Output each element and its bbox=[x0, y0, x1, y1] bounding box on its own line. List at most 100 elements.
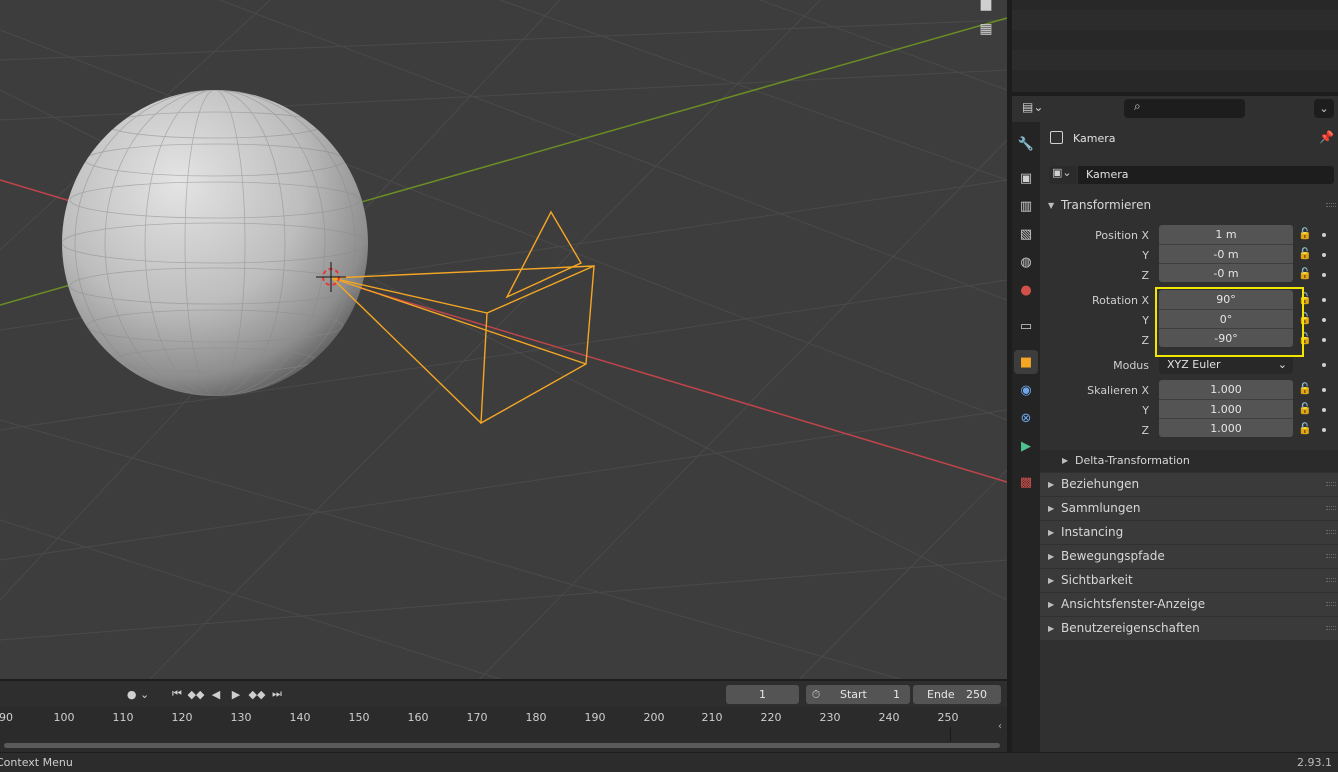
drag-handle-icon[interactable] bbox=[1326, 626, 1336, 630]
panel-collapsed-icon[interactable]: ▶ bbox=[1048, 624, 1054, 633]
chevron-down-icon: ⌄ bbox=[1277, 358, 1287, 371]
jump-start-icon[interactable]: ⏮ bbox=[170, 686, 184, 702]
camera-view-icon[interactable]: ■ bbox=[974, 0, 998, 16]
object-selector-dropdown[interactable]: ▣⌄ bbox=[1049, 166, 1077, 184]
drag-handle-icon[interactable] bbox=[1326, 554, 1336, 558]
outliner-row[interactable] bbox=[1012, 10, 1338, 30]
transform-panel-header[interactable]: Transformieren bbox=[1061, 198, 1151, 212]
keyframe-dot-icon[interactable] bbox=[1322, 408, 1326, 412]
panel-collapsed-icon[interactable]: ▶ bbox=[1048, 600, 1054, 609]
grid-toggle-icon[interactable]: ▦ bbox=[974, 18, 998, 40]
object-name-label: Kamera bbox=[1073, 132, 1116, 145]
drag-handle-icon[interactable] bbox=[1326, 578, 1336, 582]
lock-icon[interactable]: 🔓 bbox=[1298, 382, 1312, 396]
position-z-field[interactable]: -0 m bbox=[1159, 263, 1293, 282]
frame-ruler[interactable] bbox=[0, 707, 1007, 727]
tool-tab-icon[interactable]: 🔧 bbox=[1014, 132, 1038, 156]
rotation-z-label: Z bbox=[1141, 334, 1149, 347]
lock-icon[interactable]: 🔓 bbox=[1298, 402, 1312, 416]
keyframe-dot-icon[interactable] bbox=[1322, 428, 1326, 432]
panel-header[interactable]: Benutzereigenschaften bbox=[1061, 621, 1200, 635]
ruler-tick: 130 bbox=[230, 711, 252, 724]
object-tab-icon[interactable]: ■ bbox=[1014, 350, 1038, 374]
texture-tab-icon[interactable]: ▩ bbox=[1014, 470, 1038, 494]
position-y-field[interactable]: -0 m bbox=[1159, 244, 1293, 263]
output-tab-icon[interactable]: ▥ bbox=[1014, 194, 1038, 218]
outliner-row[interactable] bbox=[1012, 50, 1338, 70]
3d-viewport[interactable]: ■ ▦ bbox=[0, 0, 1007, 679]
lock-icon[interactable]: 🔓 bbox=[1298, 422, 1312, 436]
keyframe-dot-icon[interactable] bbox=[1322, 233, 1326, 237]
play-reverse-icon[interactable]: ◀ bbox=[209, 686, 223, 702]
world-tab-icon[interactable]: ● bbox=[1014, 278, 1038, 302]
constraints-tab-icon[interactable]: ⊗ bbox=[1014, 406, 1038, 430]
delta-transform-header[interactable]: Delta-Transformation bbox=[1075, 454, 1190, 467]
panel-header[interactable]: Sammlungen bbox=[1061, 501, 1141, 515]
ruler-tick: 240 bbox=[878, 711, 900, 724]
drag-handle-icon[interactable] bbox=[1326, 530, 1336, 534]
drag-handle-icon[interactable] bbox=[1326, 602, 1336, 606]
record-icon[interactable]: ● ⌄ bbox=[124, 686, 152, 702]
panel-header[interactable]: Sichtbarkeit bbox=[1061, 573, 1133, 587]
panel-header[interactable]: Beziehungen bbox=[1061, 477, 1139, 491]
collapse-chevron-icon[interactable]: ‹ bbox=[998, 721, 1002, 732]
scale-y-field[interactable]: 1.000 bbox=[1159, 399, 1293, 418]
keyframe-dot-icon[interactable] bbox=[1322, 363, 1326, 367]
panel-collapsed-icon[interactable]: ▶ bbox=[1048, 552, 1054, 561]
drag-handle-icon[interactable] bbox=[1326, 506, 1336, 510]
drag-handle-icon[interactable] bbox=[1326, 203, 1336, 207]
timeline-editor[interactable]: ● ⌄ ⏮ ◆◆ ◀ ▶ ◆◆ ⏭ 1 ⏱ Start 1 Ende 250 9… bbox=[0, 681, 1007, 752]
ruler-tick: 200 bbox=[643, 711, 665, 724]
scale-x-field[interactable]: 1.000 bbox=[1159, 380, 1293, 399]
keyframe-dot-icon[interactable] bbox=[1322, 388, 1326, 392]
camera-data-tab-icon[interactable]: ▶ bbox=[1014, 434, 1038, 458]
panel-header[interactable]: Ansichtsfenster-Anzeige bbox=[1061, 597, 1205, 611]
keyframe-dot-icon[interactable] bbox=[1322, 298, 1326, 302]
panel-collapsed-icon[interactable]: ▶ bbox=[1048, 504, 1054, 513]
panel-collapsed-icon[interactable]: ▶ bbox=[1062, 456, 1068, 465]
lock-icon[interactable]: 🔓 bbox=[1298, 267, 1312, 281]
start-frame-field[interactable]: Start 1 bbox=[826, 685, 910, 704]
position-x-field[interactable]: 1 m bbox=[1159, 225, 1293, 244]
panel-collapsed-icon[interactable]: ▶ bbox=[1048, 576, 1054, 585]
panel-header[interactable]: Instancing bbox=[1061, 525, 1123, 539]
play-icon[interactable]: ▶ bbox=[229, 686, 243, 702]
panel-expand-icon[interactable]: ▼ bbox=[1048, 201, 1054, 210]
editor-type-dropdown[interactable]: ▤⌄ bbox=[1022, 100, 1052, 118]
properties-search-input[interactable]: ⌕ bbox=[1124, 99, 1245, 118]
keyframe-dot-icon[interactable] bbox=[1322, 253, 1326, 257]
stopwatch-icon[interactable]: ⏱ bbox=[806, 685, 826, 704]
lock-icon[interactable]: 🔓 bbox=[1298, 227, 1312, 241]
panel-collapsed-icon[interactable]: ▶ bbox=[1048, 480, 1054, 489]
view-layer-tab-icon[interactable]: ▧ bbox=[1014, 222, 1038, 246]
render-tab-icon[interactable]: ▣ bbox=[1014, 166, 1038, 190]
rotation-mode-dropdown[interactable]: XYZ Euler ⌄ bbox=[1159, 355, 1293, 374]
scene-tab-icon[interactable]: ◍ bbox=[1014, 250, 1038, 274]
prev-keyframe-icon[interactable]: ◆◆ bbox=[187, 686, 205, 702]
scale-z-label: Z bbox=[1141, 424, 1149, 437]
next-keyframe-icon[interactable]: ◆◆ bbox=[248, 686, 266, 702]
collection-tab-icon[interactable]: ▭ bbox=[1014, 314, 1038, 338]
keyframe-dot-icon[interactable] bbox=[1322, 318, 1326, 322]
jump-end-icon[interactable]: ⏭ bbox=[270, 686, 284, 702]
drag-handle-icon[interactable] bbox=[1326, 482, 1336, 486]
panel-collapsed-icon[interactable]: ▶ bbox=[1048, 528, 1054, 537]
options-dropdown[interactable]: ⌄ bbox=[1314, 99, 1334, 118]
scale-z-field[interactable]: 1.000 bbox=[1159, 418, 1293, 437]
object-name-field[interactable]: Kamera bbox=[1078, 166, 1334, 184]
panel-header[interactable]: Bewegungspfade bbox=[1061, 549, 1165, 563]
timeline-scrollbar[interactable] bbox=[4, 743, 1000, 748]
physics-tab-icon[interactable]: ◉ bbox=[1014, 378, 1038, 402]
ruler-tick: 100 bbox=[53, 711, 75, 724]
keyframe-dot-icon[interactable] bbox=[1322, 338, 1326, 342]
position-x-label: Position X bbox=[1095, 229, 1149, 242]
pin-icon[interactable]: 📌 bbox=[1319, 130, 1334, 144]
ruler-tick: 140 bbox=[289, 711, 311, 724]
outliner[interactable] bbox=[1012, 0, 1338, 92]
lock-icon[interactable]: 🔓 bbox=[1298, 247, 1312, 261]
keyframe-dot-icon[interactable] bbox=[1322, 273, 1326, 277]
end-frame-field[interactable]: Ende 250 bbox=[913, 685, 1001, 704]
viewport-scene[interactable] bbox=[0, 0, 1007, 679]
status-bar: Context Menu 2.93.1 bbox=[0, 753, 1338, 772]
current-frame-field[interactable]: 1 bbox=[726, 685, 799, 704]
